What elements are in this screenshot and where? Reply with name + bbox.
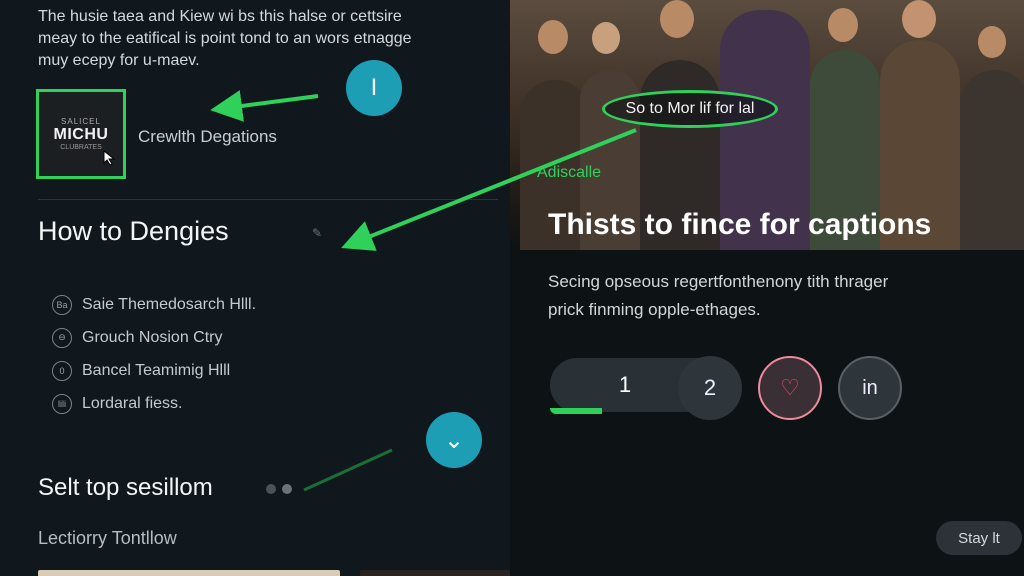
intro-text: The husie taea and Kiew wi bs this halse…: [38, 6, 498, 72]
option-icon: lili: [52, 393, 72, 414]
info-button[interactable]: I: [346, 60, 402, 116]
tile[interactable]: [38, 570, 340, 576]
option-item[interactable]: 0 Bancel Teamimig Hlll: [52, 354, 372, 387]
hero-description: Secing opseous regertfonthenony tith thr…: [548, 268, 968, 324]
section-title: How to Dengies: [38, 216, 229, 246]
options-list: Ba Saie Themedosarch Hlll. ⊖ Grouch Nosi…: [52, 288, 372, 420]
option-label: Saie Themedosarch Hlll.: [82, 295, 257, 313]
expand-button[interactable]: ⌄: [426, 412, 482, 468]
caption-chip[interactable]: So to Mor lif for lal: [602, 90, 778, 128]
linkedin-button[interactable]: in: [838, 356, 902, 420]
hero-desc-line: Secing opseous regertfonthenony tith thr…: [548, 272, 889, 291]
hero-desc-line: prick finming opple-ethages.: [548, 300, 761, 319]
stay-button[interactable]: Stay lt: [936, 521, 1022, 555]
option-item[interactable]: Ba Saie Themedosarch Hlll.: [52, 288, 372, 321]
option-icon: ⊖: [52, 327, 72, 348]
logo-main-text: MICHU: [53, 126, 109, 143]
pen-icon[interactable]: ✎: [312, 226, 324, 240]
hero-title: Thists to fince for captions: [548, 208, 932, 241]
page-two-button[interactable]: 2: [678, 356, 742, 420]
tile[interactable]: [360, 570, 510, 576]
thumbnail-row[interactable]: SALICEL MICHU CLUBRATES Crewlth Degation…: [36, 89, 336, 179]
controls-row: 1 2 ♡ in: [550, 356, 950, 420]
pill-progress-accent: [550, 408, 602, 414]
hero-tag: Adiscalle: [537, 164, 602, 181]
pagination-dot[interactable]: [266, 484, 276, 494]
bottom-section-title: Selt top sesillom: [38, 474, 213, 501]
logo-top-text: SALICEL: [61, 117, 101, 126]
heart-icon: ♡: [780, 375, 800, 400]
chevron-down-icon: ⌄: [443, 426, 465, 454]
cursor-icon: [103, 150, 116, 166]
option-label: Grouch Nosion Ctry: [82, 328, 223, 346]
option-icon: 0: [52, 360, 72, 381]
option-label: Lordaral fiess.: [82, 394, 183, 412]
intro-line: meay to the eatifical is point tond to a…: [38, 30, 412, 47]
info-icon: I: [370, 74, 378, 101]
heart-button[interactable]: ♡: [758, 356, 822, 420]
thumbnail-label: Crewlth Degations: [138, 127, 277, 146]
thumbnail-logo[interactable]: SALICEL MICHU CLUBRATES: [36, 89, 126, 179]
thumbnail-strip: [38, 570, 510, 576]
left-panel: The husie taea and Kiew wi bs this halse…: [0, 0, 510, 576]
subrow-label: Lectiorry Tontllow: [38, 528, 177, 548]
option-label: Bancel Teamimig Hlll: [82, 361, 231, 379]
intro-line: muy ecepy for u-maev.: [38, 52, 200, 69]
divider: [38, 199, 498, 200]
option-item[interactable]: lili Lordaral fiess.: [52, 387, 372, 420]
pagination-dots[interactable]: [266, 484, 292, 494]
pagination-dot[interactable]: [282, 484, 292, 494]
option-item[interactable]: ⊖ Grouch Nosion Ctry: [52, 321, 372, 354]
logo-sub-text: CLUBRATES: [60, 144, 102, 151]
option-icon: Ba: [52, 294, 72, 315]
intro-line: The husie taea and Kiew wi bs this halse…: [38, 8, 402, 25]
